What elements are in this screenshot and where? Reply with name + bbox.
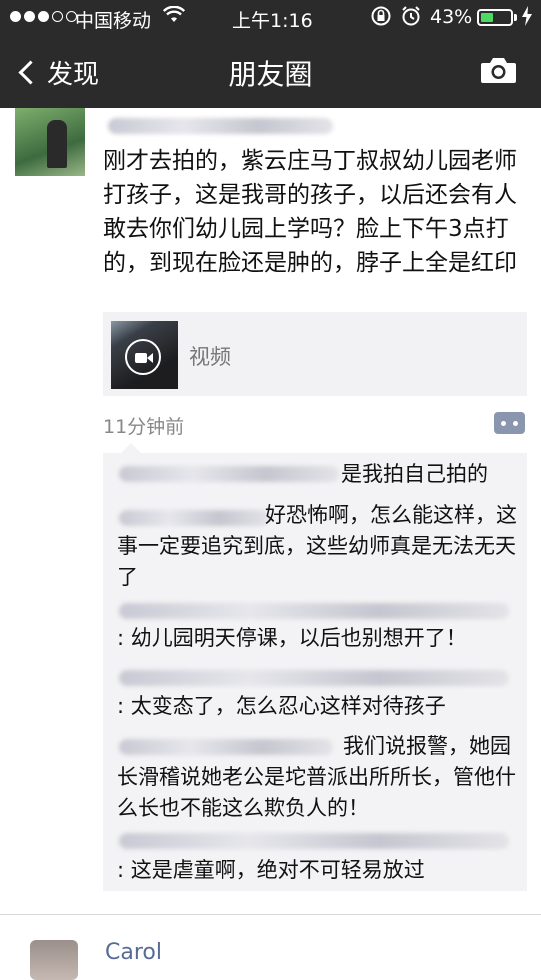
camera-icon bbox=[481, 58, 516, 83]
next-poster-name[interactable]: Carol bbox=[105, 940, 162, 965]
comment-text[interactable]: 是我拍自己拍的 bbox=[341, 459, 488, 490]
alarm-icon bbox=[400, 5, 422, 32]
commenter-name-redacted bbox=[119, 833, 509, 849]
video-thumbnail bbox=[111, 321, 178, 389]
commenter-name-redacted bbox=[119, 603, 509, 619]
comment-text[interactable]: 我们说报警，她园长滑稽说她老公是坨普派出所所长，管他什么长也不能这么欺负人的！ bbox=[117, 731, 517, 824]
comment-text[interactable]: : 太变态了，怎么忍心这样对待孩子 bbox=[117, 691, 446, 722]
video-camera-icon bbox=[125, 339, 161, 375]
battery-percent: 43% bbox=[430, 6, 473, 28]
comment-text[interactable]: : 这是虐童啊，绝对不可轻易放过 bbox=[117, 855, 425, 886]
video-attachment[interactable]: 视频 bbox=[103, 312, 527, 396]
comment-button[interactable] bbox=[494, 412, 525, 434]
battery-tip bbox=[514, 14, 517, 21]
comment-text[interactable]: 好恐怖啊，怎么能这样，这事一定要追究到底，这些幼师真是无法无天了 bbox=[117, 500, 517, 593]
comment-text[interactable]: : 幼儿园明天停课，以后也别想开了！ bbox=[117, 623, 467, 654]
status-time: 上午1:16 bbox=[232, 10, 313, 32]
post-divider bbox=[0, 914, 541, 915]
comments-panel: 是我拍自己拍的 好恐怖啊，怎么能这样，这事一定要追究到底，这些幼师真是无法无天了… bbox=[103, 443, 527, 891]
carrier-name: 中国移动 bbox=[75, 10, 152, 32]
video-label: 视频 bbox=[189, 345, 231, 369]
top-bar: 中国移动 上午1:16 43% 发现 朋友圈 bbox=[0, 0, 541, 108]
battery-icon bbox=[477, 9, 513, 26]
next-poster-avatar[interactable] bbox=[30, 940, 78, 980]
charging-icon bbox=[521, 5, 533, 32]
battery-level-fill bbox=[481, 13, 493, 22]
post-text: 刚才去拍的，紫云庄马丁叔叔幼儿园老师打孩子，这是我哥的孩子，以后还会有人敢去你们… bbox=[103, 148, 517, 276]
camera-button[interactable] bbox=[480, 56, 517, 84]
wifi-icon bbox=[162, 5, 186, 29]
rotation-lock-icon bbox=[370, 5, 392, 32]
signal-strength-icon bbox=[10, 11, 77, 22]
poster-name-redacted bbox=[108, 118, 333, 134]
poster-avatar[interactable] bbox=[15, 108, 85, 176]
post-timestamp: 11分钟前 bbox=[103, 416, 185, 438]
commenter-name-redacted bbox=[119, 670, 509, 686]
status-bar: 中国移动 上午1:16 43% bbox=[0, 0, 541, 36]
page-title: 朋友圈 bbox=[228, 58, 313, 91]
commenter-name-redacted bbox=[119, 466, 339, 482]
